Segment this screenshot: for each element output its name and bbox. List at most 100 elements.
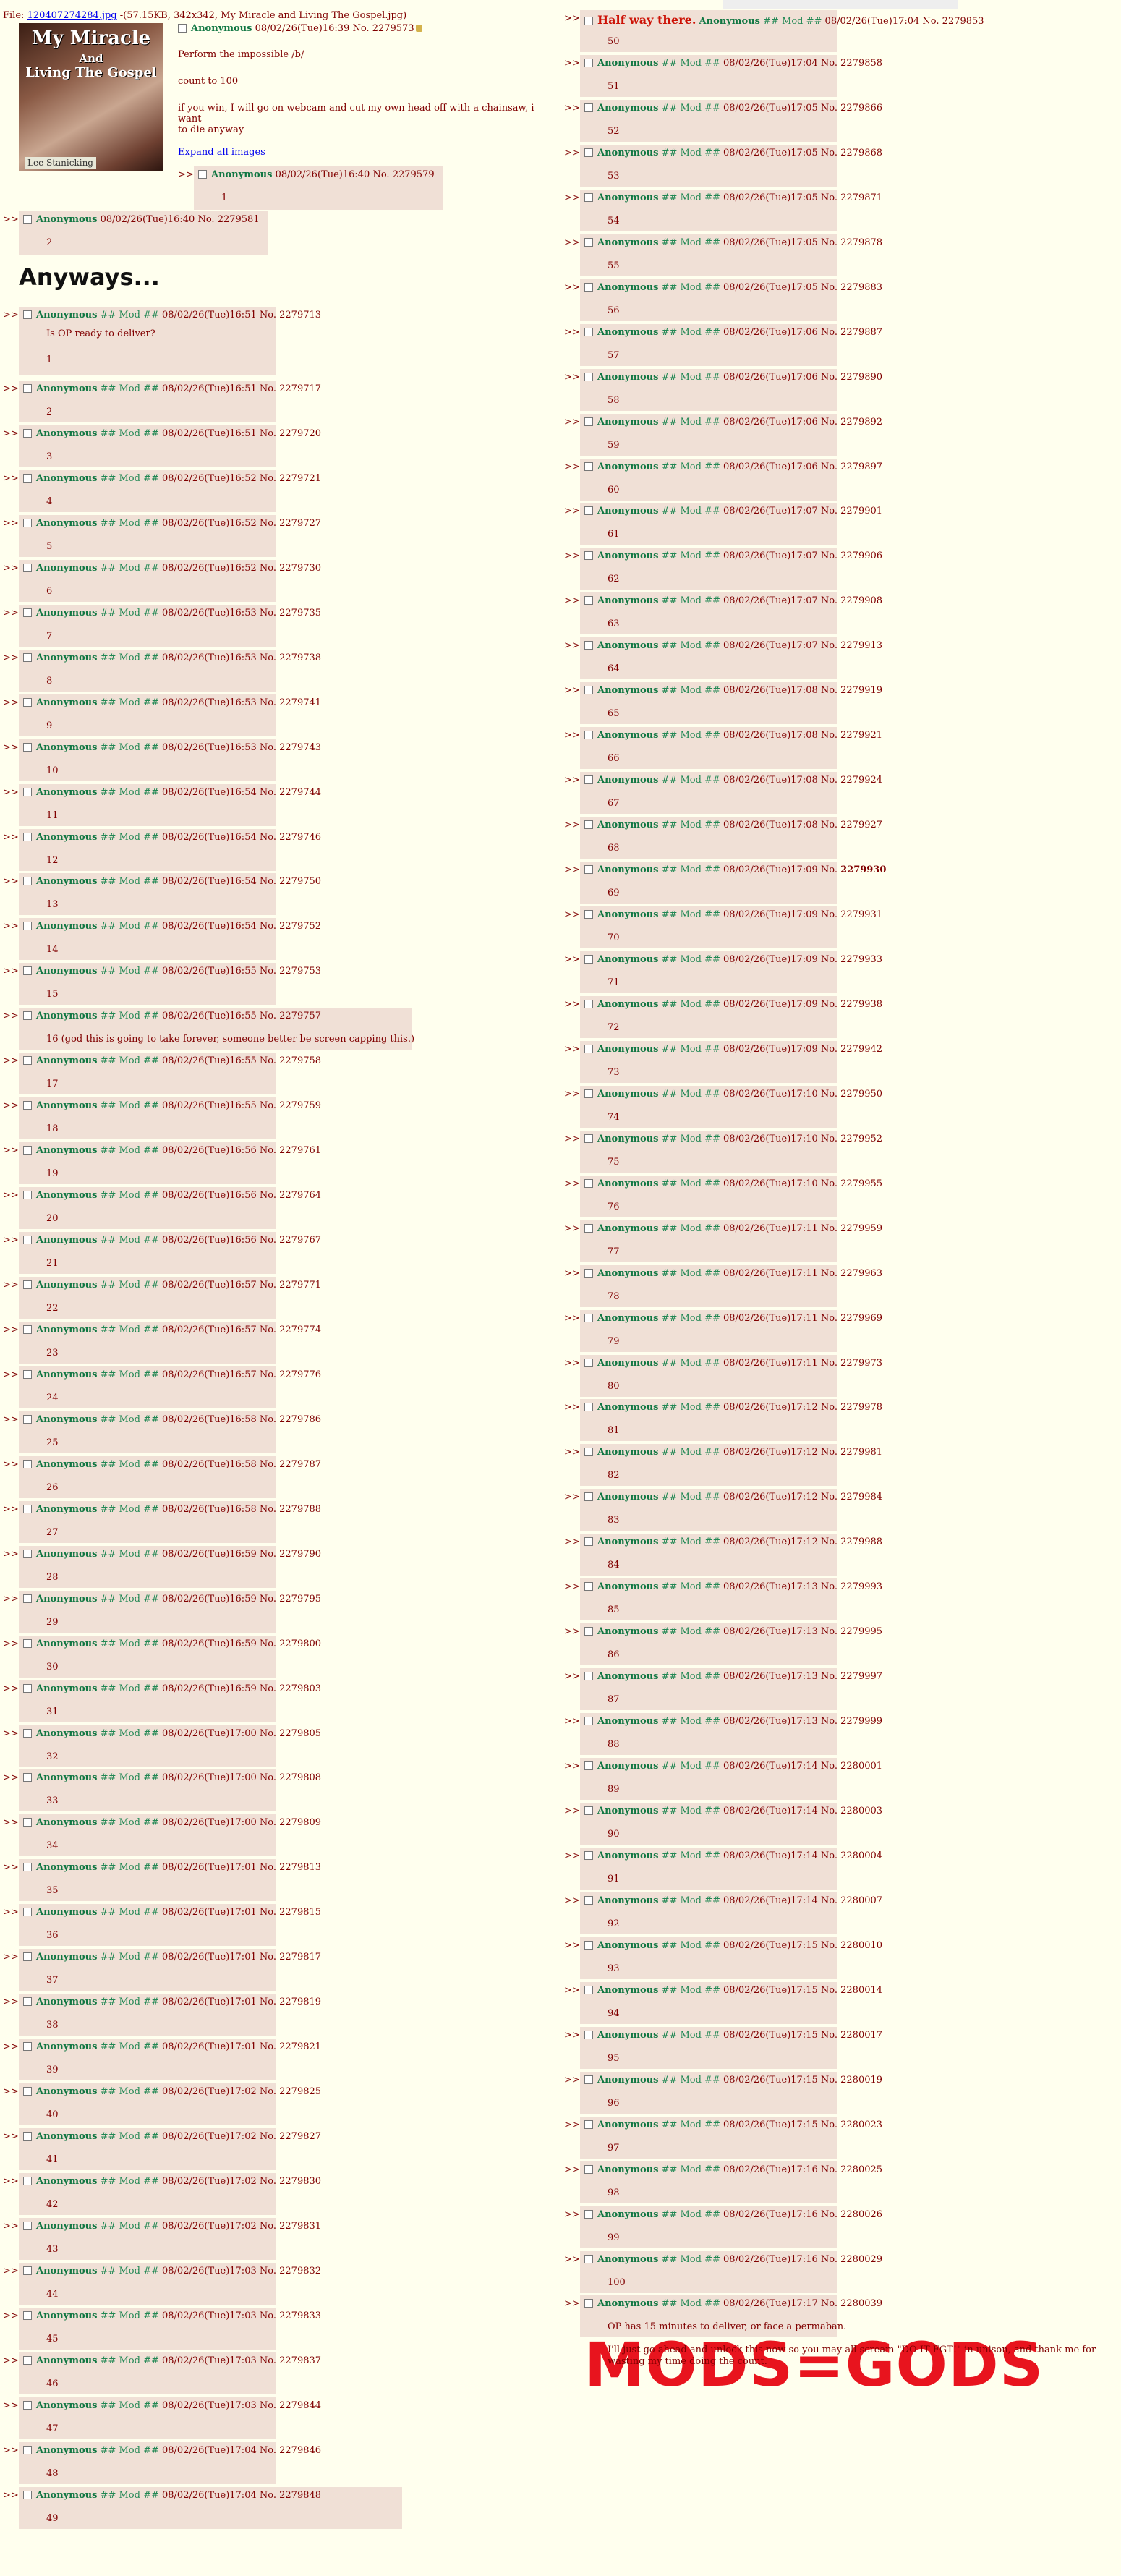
reply-checkbox[interactable] [584,1940,593,1950]
reply-no[interactable]: 2279752 [279,921,321,932]
reply-no[interactable]: 2279795 [279,1594,321,1604]
reply-no[interactable]: 2280029 [840,2254,882,2265]
reply-checkbox[interactable] [198,170,207,179]
reply-no[interactable]: 2279743 [279,742,321,753]
reply-no[interactable]: 2279868 [840,148,882,158]
reply-checkbox[interactable] [584,1985,593,1994]
reply-no-label[interactable]: No. [260,1997,276,2007]
reply-no[interactable]: 2279758 [279,1055,321,1066]
reply-no[interactable]: 2279921 [840,730,882,741]
reply-no-label[interactable]: No. [372,169,389,180]
reply-checkbox[interactable] [584,1313,593,1322]
reply-checkbox[interactable] [23,2221,32,2230]
reply-checkbox[interactable] [23,2355,32,2365]
reply-no[interactable]: 2279906 [840,551,882,561]
reply-no[interactable]: 2279815 [279,1907,321,1918]
reply-no[interactable]: 2279995 [840,1626,882,1637]
file-link[interactable]: 120407274284.jpg [27,10,117,21]
reply-checkbox[interactable] [584,2075,593,2084]
reply-checkbox[interactable] [23,2177,32,2185]
reply-no[interactable]: 2280003 [840,1806,882,1816]
reply-no[interactable]: 2280004 [840,1850,882,1861]
reply-no-label[interactable]: No. [821,1761,837,1772]
reply-checkbox[interactable] [23,563,32,572]
reply-checkbox[interactable] [23,1952,32,1962]
reply-no[interactable]: 2279713 [279,310,321,320]
reply-checkbox[interactable] [23,1818,32,1827]
reply-no[interactable]: 2279720 [279,428,321,439]
reply-no-label[interactable]: No. [821,1313,837,1324]
reply-no[interactable]: 2279805 [279,1728,321,1739]
reply-no[interactable]: 2279809 [279,1817,321,1828]
reply-checkbox[interactable] [23,1146,32,1155]
reply-no-label[interactable]: No. [260,966,276,977]
reply-no-label[interactable]: No. [821,2164,837,2175]
reply-checkbox[interactable] [23,1236,32,1245]
reply-checkbox[interactable] [23,608,32,617]
reply-no-label[interactable]: No. [821,282,837,293]
reply-no-label[interactable]: No. [821,1850,837,1861]
reply-no[interactable]: 2279973 [840,1358,882,1369]
reply-no[interactable]: 2279717 [279,383,321,394]
reply-no[interactable]: 2279741 [279,697,321,708]
reply-no[interactable]: 2279846 [279,2445,321,2456]
reply-checkbox[interactable] [23,215,32,224]
reply-checkbox[interactable] [23,1683,32,1693]
reply-no[interactable]: 2279821 [279,2041,321,2052]
reply-no[interactable]: 2279844 [279,2400,321,2411]
reply-no-label[interactable]: No. [260,1817,276,1828]
reply-no-label[interactable]: No. [821,909,837,920]
reply-no-label[interactable]: No. [821,1626,837,1637]
reply-no[interactable]: 2279955 [840,1178,882,1189]
reply-no-label[interactable]: No. [260,1235,276,1246]
reply-checkbox[interactable] [584,1223,593,1233]
reply-checkbox[interactable] [23,652,32,662]
reply-no-label[interactable]: No. [260,1862,276,1873]
reply-no[interactable]: 2279817 [279,1952,321,1963]
reply-no[interactable]: 2279581 [218,214,260,225]
reply-no[interactable]: 2279950 [840,1089,882,1100]
reply-no-label[interactable]: No. [260,832,276,843]
reply-no-label[interactable]: No. [821,2030,837,2041]
reply-no-label[interactable]: No. [260,1504,276,1515]
reply-no-label[interactable]: No. [260,1459,276,1470]
reply-no[interactable]: 2279927 [840,820,882,830]
reply-no-label[interactable]: No. [260,742,276,753]
reply-no-label[interactable]: No. [260,1414,276,1425]
reply-no[interactable]: 2279887 [840,327,882,338]
reply-no-label[interactable]: No. [197,214,214,225]
reply-no-label[interactable]: No. [260,2400,276,2411]
reply-no-label[interactable]: No. [260,2131,276,2142]
reply-no[interactable]: 2280025 [840,2164,882,2175]
reply-no[interactable]: 2279819 [279,1997,321,2007]
reply-no[interactable]: 2279981 [840,1447,882,1458]
reply-no[interactable]: 2279764 [279,1190,321,1201]
reply-no-label[interactable]: No. [821,595,837,606]
reply-checkbox[interactable] [23,384,32,393]
reply-no[interactable]: 2279930 [840,864,886,875]
reply-checkbox[interactable] [23,2132,32,2141]
reply-checkbox[interactable] [584,237,593,247]
reply-no[interactable]: 2279938 [840,999,882,1010]
reply-no[interactable]: 2279738 [279,652,321,663]
reply-checkbox[interactable] [584,1537,593,1547]
reply-no-label[interactable]: No. [821,1895,837,1906]
reply-no-label[interactable]: No. [821,1581,837,1592]
reply-checkbox[interactable] [584,462,593,471]
reply-checkbox[interactable] [584,1761,593,1771]
reply-no[interactable]: 2279892 [840,417,882,428]
reply-checkbox[interactable] [584,1806,593,1815]
reply-checkbox[interactable] [584,2164,593,2174]
reply-no-label[interactable]: No. [260,2221,276,2232]
reply-checkbox[interactable] [584,2209,593,2219]
reply-no[interactable]: 2279727 [279,518,321,529]
reply-checkbox[interactable] [23,1773,32,1782]
reply-no-label[interactable]: No. [821,506,837,517]
reply-checkbox[interactable] [23,832,32,841]
reply-no-label[interactable]: No. [821,1223,837,1234]
reply-no[interactable]: 2279890 [840,372,882,383]
reply-no[interactable]: 2279919 [840,685,882,696]
reply-no[interactable]: 2279969 [840,1313,882,1324]
reply-checkbox[interactable] [23,1280,32,1289]
reply-no[interactable]: 2279774 [279,1325,321,1335]
